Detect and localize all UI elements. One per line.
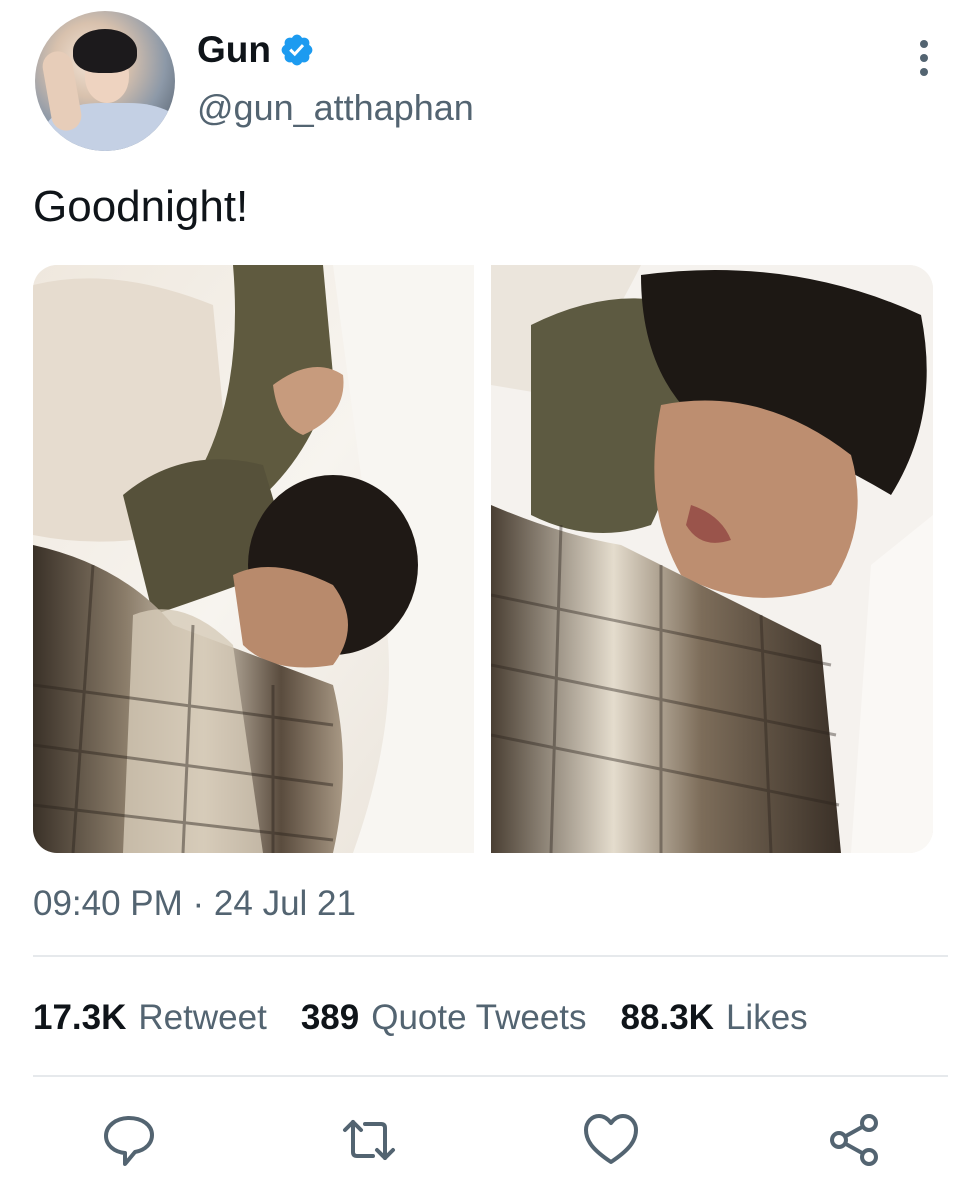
- share-icon: [830, 1114, 878, 1166]
- quote-tweets-count-value: 389: [300, 998, 360, 1037]
- reply-button[interactable]: [101, 1112, 157, 1168]
- tweet-text: Goodnight!: [33, 182, 249, 231]
- reply-icon: [104, 1116, 154, 1166]
- retweet-count-value: 17.3K: [33, 998, 127, 1037]
- photo-1-image: [33, 265, 474, 853]
- retweet-count-label: Retweet: [138, 998, 267, 1037]
- divider: [33, 1075, 948, 1077]
- author-avatar[interactable]: [35, 11, 175, 151]
- tweet-photo-1[interactable]: [33, 265, 474, 853]
- tweet-photo-2[interactable]: [491, 265, 933, 853]
- share-button[interactable]: [826, 1112, 882, 1168]
- author-name-row[interactable]: Gun: [197, 28, 315, 72]
- like-icon: [584, 1114, 638, 1164]
- divider: [33, 955, 948, 957]
- retweet-icon: [343, 1120, 395, 1160]
- tweet-detail: Gun @gun_atthaphan Goodnight! 09:40 PM ·…: [0, 0, 976, 1200]
- likes-count[interactable]: 88.3K Likes: [621, 996, 808, 1040]
- quote-tweets-count[interactable]: 389 Quote Tweets: [301, 996, 587, 1040]
- likes-count-label: Likes: [725, 998, 808, 1037]
- author-handle[interactable]: @gun_atthaphan: [197, 86, 474, 130]
- retweet-count[interactable]: 17.3K Retweet: [33, 996, 267, 1040]
- like-button[interactable]: [583, 1112, 639, 1168]
- tweet-timestamp[interactable]: 09:40 PM · 24 Jul 21: [33, 882, 356, 926]
- avatar-hair: [73, 29, 137, 73]
- likes-count-value: 88.3K: [620, 998, 714, 1037]
- photo-2-image: [491, 265, 933, 853]
- retweet-button[interactable]: [341, 1112, 397, 1168]
- tweet-stats: 17.3K Retweet 389 Quote Tweets 88.3K Likes: [33, 996, 842, 1040]
- author-display-name[interactable]: Gun: [197, 28, 271, 72]
- verified-badge-icon: [281, 34, 313, 66]
- more-options-icon[interactable]: [906, 38, 942, 78]
- quote-tweets-count-label: Quote Tweets: [371, 998, 587, 1037]
